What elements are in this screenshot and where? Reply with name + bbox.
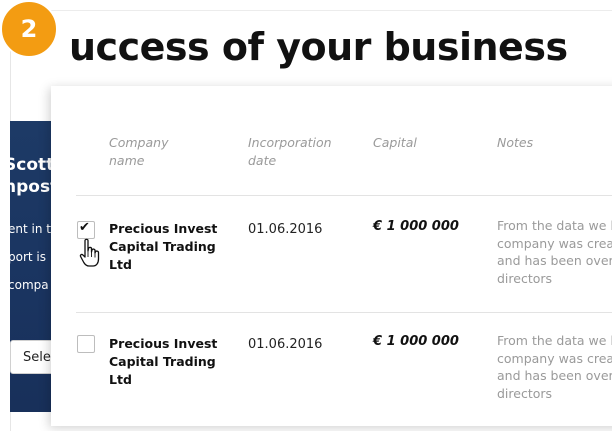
header-line: Incorporation bbox=[248, 135, 332, 150]
step-badge: 2 bbox=[0, 0, 58, 58]
company-table: Company name Incorporation date Capital … bbox=[51, 86, 612, 426]
incorporation-date: 01.06.2016 bbox=[248, 222, 323, 237]
header-line: Notes bbox=[497, 135, 534, 150]
row-checkbox[interactable] bbox=[77, 335, 95, 353]
company-line: Capital Trading bbox=[109, 239, 216, 254]
notes-line: From the data we h bbox=[497, 333, 612, 348]
company-name: Precious Invest Capital Trading Ltd bbox=[109, 220, 219, 274]
notes-line: company was crea bbox=[497, 350, 612, 366]
capital-value: € 1 000 000 bbox=[373, 334, 459, 349]
panel-desc-line: port is bbox=[10, 250, 46, 264]
company-line: Capital Trading bbox=[109, 354, 216, 369]
panel-desc-line: ent in t bbox=[10, 222, 51, 236]
company-line: Precious Invest bbox=[109, 221, 218, 236]
column-header-notes: Notes bbox=[497, 134, 533, 152]
column-header-company: Company name bbox=[109, 134, 168, 170]
company-line: Ltd bbox=[109, 372, 132, 387]
column-header-date: Incorporation date bbox=[248, 134, 332, 170]
notes-line: From the data we h bbox=[497, 218, 612, 233]
row-divider bbox=[76, 195, 612, 196]
notes-line: directors bbox=[497, 270, 553, 286]
header-line: Capital bbox=[373, 135, 417, 150]
checkmark-icon: ✔ bbox=[79, 220, 90, 235]
company-name: Precious Invest Capital Trading Ltd bbox=[109, 335, 219, 389]
panel-desc-line: compa bbox=[10, 278, 49, 292]
incorporation-date: 01.06.2016 bbox=[248, 337, 323, 352]
capital-value: € 1 000 000 bbox=[373, 219, 459, 234]
notes-line: and has been over bbox=[497, 368, 612, 383]
panel-name-line: Scott bbox=[10, 155, 55, 175]
column-header-capital: Capital bbox=[373, 134, 417, 152]
row-divider bbox=[76, 312, 612, 313]
page-headline: uccess of your business bbox=[69, 25, 568, 69]
notes-text: From the data we h company was crea and … bbox=[497, 332, 612, 402]
notes-line: and has been over bbox=[497, 253, 612, 268]
notes-line: directors bbox=[497, 385, 553, 401]
header-line: name bbox=[109, 153, 145, 168]
notes-text: From the data we h company was crea and … bbox=[497, 217, 612, 287]
header-line: date bbox=[248, 153, 277, 168]
hand-pointer-icon bbox=[79, 238, 100, 267]
header-line: Company bbox=[109, 135, 169, 150]
row-checkbox[interactable]: ✔ bbox=[77, 220, 95, 239]
company-line: Ltd bbox=[109, 257, 132, 272]
company-line: Precious Invest bbox=[109, 336, 218, 351]
notes-line: company was crea bbox=[497, 235, 612, 251]
